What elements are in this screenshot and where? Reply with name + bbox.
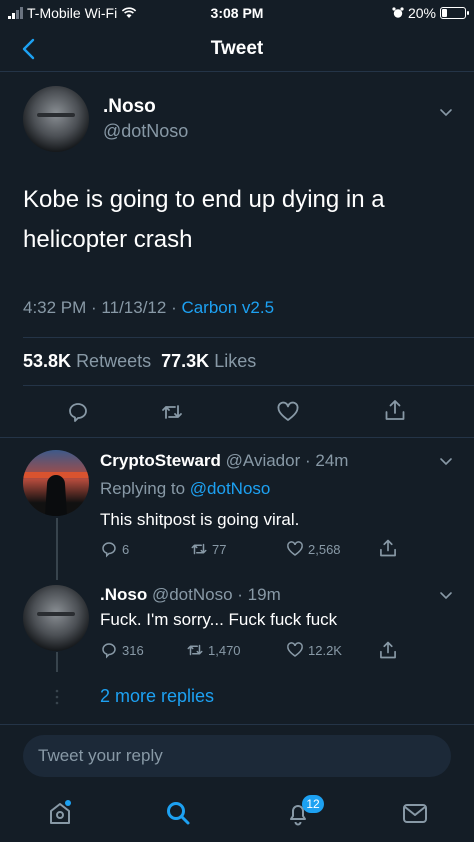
likes-count[interactable]: 77.3K [161, 351, 209, 371]
chevron-down-icon[interactable] [438, 587, 454, 603]
retweet-icon [191, 543, 207, 555]
heart-icon[interactable] [276, 400, 300, 424]
reply-time: 24m [315, 451, 349, 470]
reply-compose-field[interactable]: Tweet your reply [23, 735, 451, 777]
more-dots-icon [55, 689, 59, 705]
more-replies-link[interactable]: 2 more replies [100, 686, 214, 707]
retweet-count: 77 [212, 541, 227, 557]
battery-percent: 20% [407, 5, 436, 21]
alarm-icon [392, 7, 404, 18]
thread-line [56, 518, 58, 580]
reply-icon[interactable] [66, 400, 90, 424]
tweet-timestamp: 4:32 PM · 11/13/12 · Carbon v2.5 [23, 298, 275, 317]
reply-count: 6 [122, 541, 130, 557]
status-right: 20% [392, 5, 469, 21]
avatar-face [37, 612, 75, 616]
page-title: Tweet [210, 38, 264, 59]
chevron-down-icon[interactable] [438, 453, 454, 469]
notifications-badge: 12 [302, 795, 324, 813]
share-icon[interactable] [383, 398, 407, 422]
reply-dot: · [232, 585, 248, 604]
reply-avatar[interactable] [23, 450, 89, 516]
author-name[interactable]: .Noso [103, 96, 156, 118]
replying-to-handle[interactable]: @dotNoso [190, 479, 271, 498]
like-action[interactable]: 2,568 [286, 540, 341, 558]
reply-author-name[interactable]: CryptoSteward [100, 451, 221, 470]
tweet-date: 11/13/12 [101, 298, 167, 317]
like-count: 12.2K [308, 642, 342, 658]
divider [0, 724, 474, 725]
reply-action[interactable]: 6 [100, 540, 129, 558]
reply-author-handle[interactable]: @Aviador [226, 451, 301, 470]
retweets-count[interactable]: 53.8K [23, 351, 71, 371]
retweet-action[interactable]: 1,470 [186, 641, 241, 659]
thread-line [56, 652, 58, 672]
tweet-stats: 53.8K Retweets 77.3K Likes [23, 351, 256, 372]
reply-action[interactable]: 316 [100, 641, 144, 659]
reply-author-name[interactable]: .Noso [100, 585, 147, 604]
reply-avatar[interactable] [23, 585, 89, 651]
avatar-face [37, 113, 75, 117]
compose-placeholder: Tweet your reply [38, 746, 163, 765]
retweets-label[interactable]: Retweets [76, 351, 151, 371]
home-icon[interactable] [45, 798, 75, 828]
like-count: 2,568 [308, 541, 341, 557]
tweet-source[interactable]: Carbon v2.5 [181, 298, 274, 317]
reply-author-handle[interactable]: @dotNoso [152, 585, 233, 604]
reply-text: Fuck. I'm sorry... Fuck fuck fuck [100, 610, 338, 629]
reply-dot: · [300, 451, 316, 470]
author-handle[interactable]: @dotNoso [103, 121, 188, 142]
avatar[interactable] [23, 86, 89, 152]
retweet-icon [187, 644, 203, 656]
reply-time: 19m [247, 585, 281, 604]
retweet-icon[interactable] [160, 400, 184, 424]
replying-to: Replying to @dotNoso [100, 479, 270, 499]
reply-count: 316 [122, 642, 144, 658]
reply-header: CryptoSteward @Aviador · 24m [100, 451, 348, 471]
heart-icon [287, 541, 303, 556]
divider [23, 385, 474, 386]
battery-icon [440, 7, 469, 19]
avatar-figure [23, 472, 89, 516]
retweet-count: 1,470 [208, 642, 241, 658]
tweet-time: 4:32 PM [23, 298, 87, 317]
likes-label[interactable]: Likes [214, 351, 256, 371]
search-icon[interactable] [163, 798, 193, 828]
status-bar: T-Mobile Wi-Fi 3:08 PM 20% [0, 0, 474, 26]
share-icon[interactable] [378, 538, 398, 558]
reply-icon [102, 643, 116, 659]
chevron-down-icon[interactable] [438, 104, 454, 120]
divider [23, 337, 474, 338]
heart-icon [287, 642, 303, 657]
reply-icon [102, 542, 116, 558]
replying-to-label: Replying to [100, 479, 186, 498]
divider [0, 437, 474, 438]
retweet-action[interactable]: 77 [190, 540, 226, 558]
like-action[interactable]: 12.2K [286, 641, 342, 659]
messages-icon[interactable] [400, 798, 430, 828]
reply-header: .Noso @dotNoso · 19m [100, 585, 281, 605]
share-icon[interactable] [378, 640, 398, 660]
battery-fill [442, 9, 447, 17]
nav-bar: Tweet [0, 26, 474, 72]
tweet-text: Kobe is going to end up dying in a helic… [23, 186, 385, 253]
reply-text: This shitpost is going viral. [100, 510, 300, 529]
